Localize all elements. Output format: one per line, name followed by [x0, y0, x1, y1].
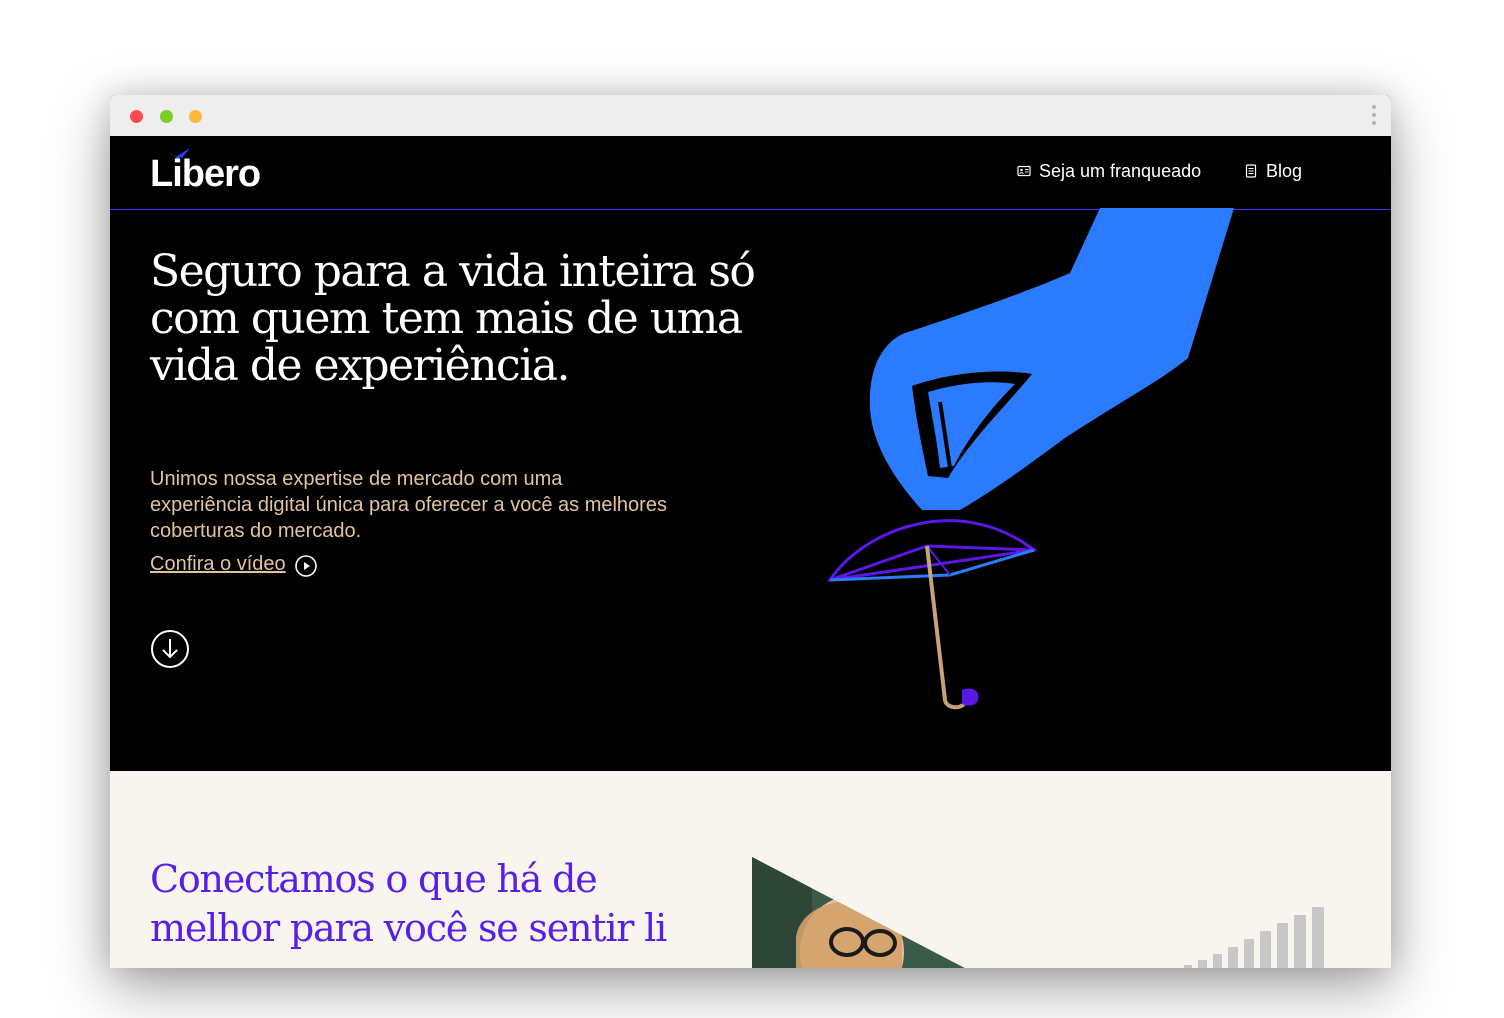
scroll-down-button[interactable]: [150, 629, 190, 669]
connect-section: Conectamos o que há de melhor para você …: [110, 771, 1391, 968]
logo-wordmark: Libero: [150, 153, 261, 195]
connect-title: Conectamos o que há de melhor para você …: [150, 857, 667, 950]
hand-umbrella-illustration: [826, 208, 1234, 710]
hero-section: Seguro para a vida inteira só com quem t…: [110, 208, 1391, 771]
hero-title: Seguro para a vida inteira só com quem t…: [150, 246, 756, 391]
browser-menu-icon[interactable]: [1369, 105, 1379, 129]
play-circle-icon: [294, 555, 317, 577]
hero-subtitle: Unimos nossa expertise de mercado com um…: [150, 468, 667, 542]
maximize-window-button[interactable]: [160, 110, 173, 123]
nav-blog-link[interactable]: Blog: [1244, 160, 1302, 182]
minimize-window-button[interactable]: [189, 110, 202, 123]
nav-blog-label: Blog: [1266, 161, 1303, 181]
document-icon: [1245, 164, 1257, 178]
woman-photo-image: [752, 857, 1324, 968]
watch-video-link[interactable]: Confira o vídeo: [150, 550, 318, 578]
browser-chrome: [110, 95, 1391, 136]
nav-franchise-label: Seja um franqueado: [1039, 161, 1202, 181]
browser-window: Libero Seja um franqueado Blog Seguro pa…: [110, 95, 1391, 968]
nav-franchise-link[interactable]: Seja um franqueado: [1017, 160, 1201, 182]
site-header: Libero Seja um franqueado Blog: [110, 136, 1391, 210]
close-window-button[interactable]: [130, 110, 143, 123]
watch-video-label: Confira o vídeo: [150, 552, 286, 575]
libero-logo[interactable]: Libero: [150, 146, 290, 196]
id-card-icon: [1017, 165, 1031, 177]
